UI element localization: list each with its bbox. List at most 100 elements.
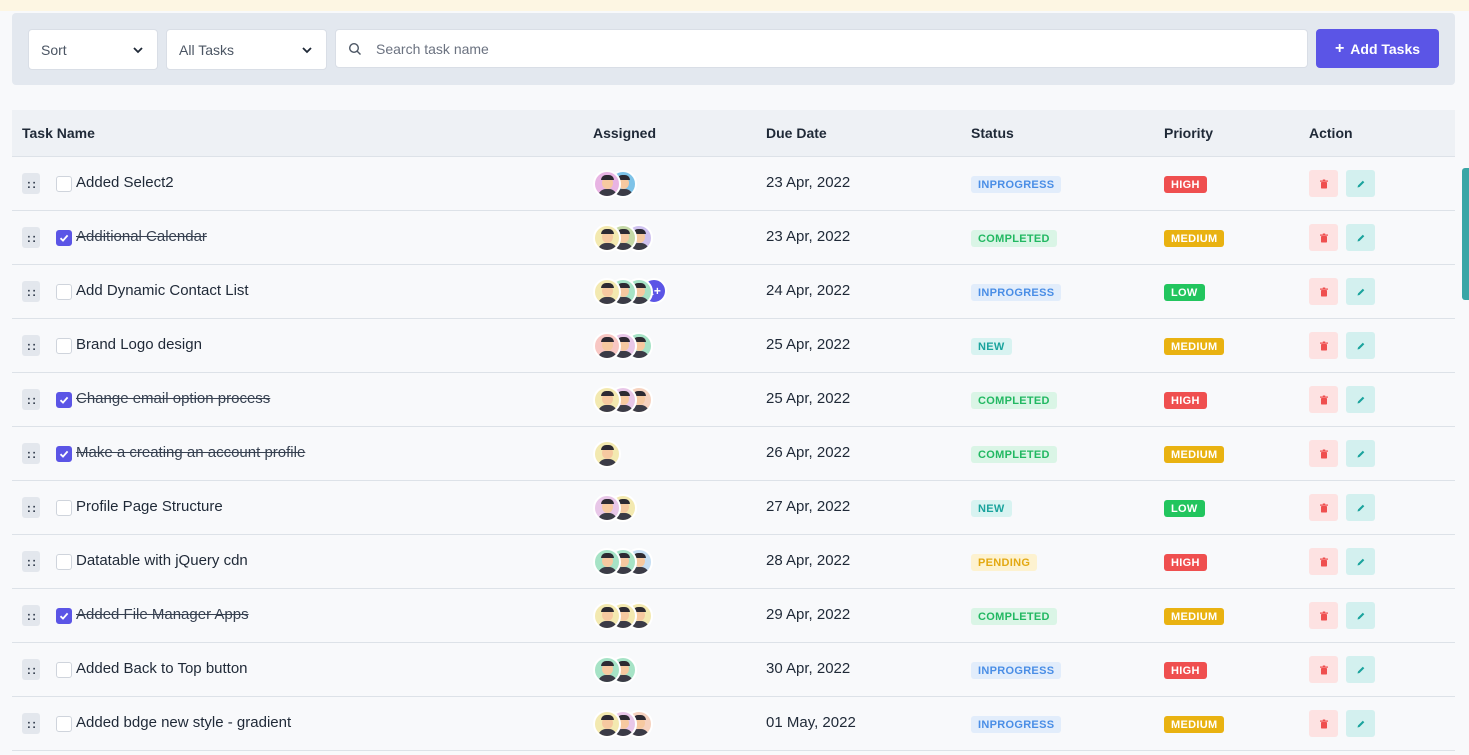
edit-button[interactable] — [1346, 602, 1375, 629]
delete-button[interactable] — [1309, 278, 1338, 305]
chevron-down-icon — [133, 46, 143, 53]
drag-handle-icon[interactable]: : : — [22, 389, 40, 410]
task-checkbox[interactable] — [56, 554, 72, 570]
edit-button[interactable] — [1346, 386, 1375, 413]
edit-button[interactable] — [1346, 710, 1375, 737]
task-checkbox[interactable] — [56, 392, 72, 408]
avatar[interactable] — [593, 656, 621, 684]
assigned-avatars — [593, 656, 637, 684]
drag-handle-icon[interactable]: : : — [22, 443, 40, 464]
status-badge: COMPLETED — [971, 608, 1057, 625]
delete-button[interactable] — [1309, 170, 1338, 197]
task-name[interactable]: Make a creating an account profile — [76, 444, 305, 461]
edit-button[interactable] — [1346, 548, 1375, 575]
check-icon — [59, 396, 69, 404]
status-badge: INPROGRESS — [971, 716, 1062, 733]
edit-button[interactable] — [1346, 170, 1375, 197]
avatar[interactable] — [593, 710, 621, 738]
task-name[interactable]: Added Back to Top button — [76, 660, 248, 677]
col-assigned[interactable]: Assigned — [593, 125, 656, 141]
delete-button[interactable] — [1309, 332, 1338, 359]
task-name[interactable]: Added File Manager Apps — [76, 606, 249, 623]
task-checkbox[interactable] — [56, 230, 72, 246]
delete-button[interactable] — [1309, 602, 1338, 629]
task-name[interactable]: Added bdge new style - gradient — [76, 714, 291, 731]
sort-select[interactable]: Sort — [28, 29, 158, 70]
add-tasks-label: Add Tasks — [1350, 40, 1421, 57]
delete-button[interactable] — [1309, 548, 1338, 575]
add-tasks-button[interactable]: + Add Tasks — [1316, 29, 1439, 68]
due-date: 26 Apr, 2022 — [766, 444, 851, 461]
delete-button[interactable] — [1309, 224, 1338, 251]
task-checkbox[interactable] — [56, 338, 72, 354]
avatar[interactable] — [593, 440, 621, 468]
drag-handle-icon[interactable]: : : — [22, 605, 40, 626]
avatar[interactable] — [593, 278, 621, 306]
task-checkbox[interactable] — [56, 662, 72, 678]
avatar[interactable] — [593, 224, 621, 252]
table-row: : : Profile Page Structure 27 Apr, 2022 … — [12, 481, 1455, 535]
drag-handle-icon[interactable]: : : — [22, 335, 40, 356]
priority-badge: MEDIUM — [1164, 338, 1225, 355]
col-task-name[interactable]: Task Name — [22, 125, 95, 141]
edit-button[interactable] — [1346, 440, 1375, 467]
trash-icon — [1319, 665, 1328, 674]
delete-button[interactable] — [1309, 440, 1338, 467]
assigned-avatars — [593, 710, 653, 738]
edit-button[interactable] — [1346, 494, 1375, 521]
col-priority[interactable]: Priority — [1164, 125, 1213, 141]
task-name[interactable]: Added Select2 — [76, 174, 174, 191]
task-checkbox[interactable] — [56, 500, 72, 516]
task-name[interactable]: Additional Calendar — [76, 228, 207, 245]
delete-button[interactable] — [1309, 710, 1338, 737]
edit-button[interactable] — [1346, 332, 1375, 359]
drag-handle-icon[interactable]: : : — [22, 497, 40, 518]
task-checkbox[interactable] — [56, 284, 72, 300]
task-checkbox[interactable] — [56, 446, 72, 462]
drag-handle-icon[interactable]: : : — [22, 713, 40, 734]
avatar[interactable] — [593, 332, 621, 360]
assigned-avatars — [593, 440, 621, 468]
avatar[interactable] — [593, 494, 621, 522]
task-checkbox[interactable] — [56, 608, 72, 624]
trash-icon — [1319, 611, 1328, 620]
edit-button[interactable] — [1346, 656, 1375, 683]
avatar[interactable] — [593, 170, 621, 198]
task-name[interactable]: Change email option process — [76, 390, 270, 407]
edit-button[interactable] — [1346, 278, 1375, 305]
edit-button[interactable] — [1346, 224, 1375, 251]
task-name[interactable]: Profile Page Structure — [76, 498, 223, 515]
trash-icon — [1319, 449, 1328, 458]
avatar[interactable] — [593, 602, 621, 630]
task-checkbox[interactable] — [56, 716, 72, 732]
task-name[interactable]: Brand Logo design — [76, 336, 202, 353]
pencil-icon — [1357, 180, 1364, 187]
status-badge: NEW — [971, 338, 1012, 355]
assigned-avatars — [593, 494, 637, 522]
trash-icon — [1319, 719, 1328, 728]
priority-badge: MEDIUM — [1164, 230, 1225, 247]
drag-handle-icon[interactable]: : : — [22, 173, 40, 194]
col-status[interactable]: Status — [971, 125, 1014, 141]
task-filter-select[interactable]: All Tasks — [166, 29, 327, 70]
task-name[interactable]: Datatable with jQuery cdn — [76, 552, 248, 569]
drag-handle-icon[interactable]: : : — [22, 551, 40, 572]
due-date: 29 Apr, 2022 — [766, 606, 851, 623]
avatar[interactable] — [593, 386, 621, 414]
delete-button[interactable] — [1309, 494, 1338, 521]
priority-badge: HIGH — [1164, 554, 1207, 571]
delete-button[interactable] — [1309, 656, 1338, 683]
status-badge: COMPLETED — [971, 446, 1057, 463]
delete-button[interactable] — [1309, 386, 1338, 413]
scrollbar-thumb[interactable] — [1462, 168, 1469, 300]
task-checkbox[interactable] — [56, 176, 72, 192]
assigned-avatars — [593, 224, 653, 252]
priority-badge: HIGH — [1164, 392, 1207, 409]
drag-handle-icon[interactable]: : : — [22, 281, 40, 302]
drag-handle-icon[interactable]: : : — [22, 659, 40, 680]
drag-handle-icon[interactable]: : : — [22, 227, 40, 248]
avatar[interactable] — [593, 548, 621, 576]
col-due-date[interactable]: Due Date — [766, 125, 827, 141]
search-input[interactable] — [376, 40, 1276, 57]
task-name[interactable]: Add Dynamic Contact List — [76, 282, 249, 299]
